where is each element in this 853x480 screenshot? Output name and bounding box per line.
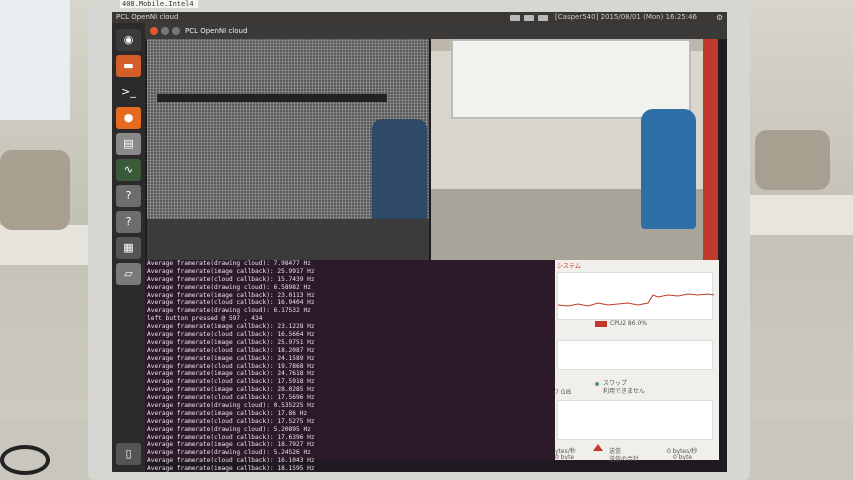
image-whiteboard (451, 39, 691, 119)
cable (0, 445, 50, 475)
top-panel-clock[interactable]: [Casper540] 2015/08/01 (Mon) 16:25:46 (555, 12, 697, 23)
gear-icon[interactable]: ⚙ (716, 12, 723, 23)
terminal-line: Average framerate(drawing cloud): 5.2089… (147, 425, 311, 433)
terminal-line: Average framerate(image callback): 24.76… (147, 370, 315, 378)
terminal-line: Average framerate(image callback): 23.01… (147, 291, 315, 299)
cloud-person (372, 119, 427, 229)
terminal-line: Average framerate(image callback): 25.99… (147, 267, 315, 275)
terminal-line: Average framerate(image callback): 18.15… (147, 465, 315, 472)
swap-value: 利用できません (603, 388, 645, 395)
terminal-line: Average framerate(cloud callback): 16.94… (147, 299, 315, 307)
system-monitor-header: システム (557, 263, 581, 270)
top-panel: PCL OpenNI cloud [Casper540] 2015/08/01 … (112, 12, 727, 23)
files-icon[interactable]: ▬ (116, 55, 141, 77)
send-total-label: 送信の合計 (609, 456, 640, 463)
keyboard-icon[interactable] (510, 15, 520, 21)
pcl-window-title: PCL OpenNI cloud (185, 27, 248, 35)
cpu-legend: CPU2 86.0% (595, 320, 647, 327)
maximize-icon[interactable] (172, 27, 180, 35)
unknown-app-icon[interactable]: ? (116, 211, 141, 233)
terminal-line: Average framerate(image callback): 28.02… (147, 386, 315, 394)
close-icon[interactable] (150, 27, 158, 35)
volume-icon[interactable] (538, 15, 548, 21)
cloud-floor (147, 219, 429, 260)
terminal-line: Average framerate(drawing cloud): 0.5352… (147, 402, 315, 410)
send-arrow-icon (593, 444, 603, 451)
terminal-line: Average framerate(image callback): 18.79… (147, 441, 315, 449)
room-chair-right (755, 130, 830, 190)
ubuntu-dash-icon[interactable]: ◉ (116, 29, 141, 51)
cpu-legend-label: CPU2 86.0% (610, 320, 647, 327)
point-cloud-viewport[interactable] (147, 39, 429, 260)
terminal-window[interactable]: Average framerate(drawing cloud): 7.9847… (145, 260, 555, 472)
trash-icon[interactable]: ▯ (116, 443, 141, 465)
terminal-line: Average framerate(cloud callback): 17.56… (147, 394, 315, 402)
send-bytes-value: 0 byte (673, 454, 693, 461)
terminal-line: Average framerate(cloud callback): 17.59… (147, 378, 315, 386)
network-history-chart (557, 400, 713, 440)
cpu-history-line (557, 293, 715, 307)
terminal-line: Average framerate(drawing cloud): 5.2452… (147, 449, 311, 457)
minimize-icon[interactable] (161, 27, 169, 35)
drive-icon[interactable]: ▱ (116, 263, 141, 285)
workspaces-icon[interactable]: ▦ (116, 237, 141, 259)
terminal-line: left button pressed @ 597 , 434 (147, 315, 263, 323)
laptop-sticker: 408.Mobile.Intel4 (120, 0, 198, 8)
terminal-line: Average framerate(image callback): 23.12… (147, 323, 315, 331)
terminal-line: Average framerate(cloud callback): 16.56… (147, 331, 315, 339)
room-window (0, 0, 70, 120)
firefox-icon[interactable]: ● (116, 107, 141, 129)
terminal-line: Average framerate(cloud callback): 19.78… (147, 362, 315, 370)
network-icon[interactable] (524, 15, 534, 21)
terminal-line: Average framerate(cloud callback): 15.74… (147, 275, 315, 283)
memory-gib-label: 7 GiB (555, 389, 572, 396)
receive-total-value: 0 byte (555, 454, 575, 461)
top-panel-title: PCL OpenNI cloud (116, 13, 179, 21)
launcher: ◉ ▬ >_ ● ▤ ∿?? ▦ ▱ ▯ (112, 23, 145, 472)
terminal-line: Average framerate(cloud callback): 17.52… (147, 417, 315, 425)
cpu-history-chart (557, 272, 715, 320)
document-viewer-icon[interactable]: ▤ (116, 133, 141, 155)
terminal-line: Average framerate(cloud callback): 16.10… (147, 457, 315, 465)
image-person (641, 109, 696, 229)
terminal-line: Average framerate(drawing cloud): 6.5898… (147, 283, 311, 291)
rgb-image-viewport[interactable] (431, 39, 718, 260)
unknown-app-icon[interactable]: ? (116, 185, 141, 207)
terminal-icon[interactable]: >_ (116, 81, 141, 103)
pcl-window-titlebar: PCL OpenNI cloud (145, 23, 727, 39)
terminal-line: Average framerate(cloud callback): 18.20… (147, 346, 315, 354)
terminal-line: Average framerate(image callback): 25.97… (147, 338, 315, 346)
image-red-pillar (703, 39, 718, 260)
system-monitor-window: システム CPU2 86.0% スワップ 利用できません 7 GiB ytes/… (555, 260, 719, 463)
cpu-color-swatch[interactable] (595, 320, 607, 327)
system-monitor-icon[interactable]: ∿ (116, 159, 141, 181)
terminal-line: Average framerate(drawing cloud): 7.9847… (147, 260, 311, 267)
room-desk-left (0, 225, 100, 265)
terminal-line: Average framerate(image callback): 24.15… (147, 354, 315, 362)
room-chair-left (0, 150, 70, 230)
pcl-openni-window: PCL OpenNI cloud (145, 23, 727, 260)
swap-dot-icon (595, 382, 599, 386)
terminal-line: Average framerate(cloud callback): 17.63… (147, 433, 315, 441)
memory-history-chart (557, 340, 713, 370)
room-desk-right (745, 195, 853, 235)
terminal-line: Average framerate(image callback): 17.86… (147, 409, 308, 417)
laptop-screen: PCL OpenNI cloud [Casper540] 2015/08/01 … (112, 12, 727, 472)
cloud-whiteboard-tray (157, 94, 387, 102)
terminal-line: Average framerate(drawing cloud): 6.1753… (147, 307, 311, 315)
